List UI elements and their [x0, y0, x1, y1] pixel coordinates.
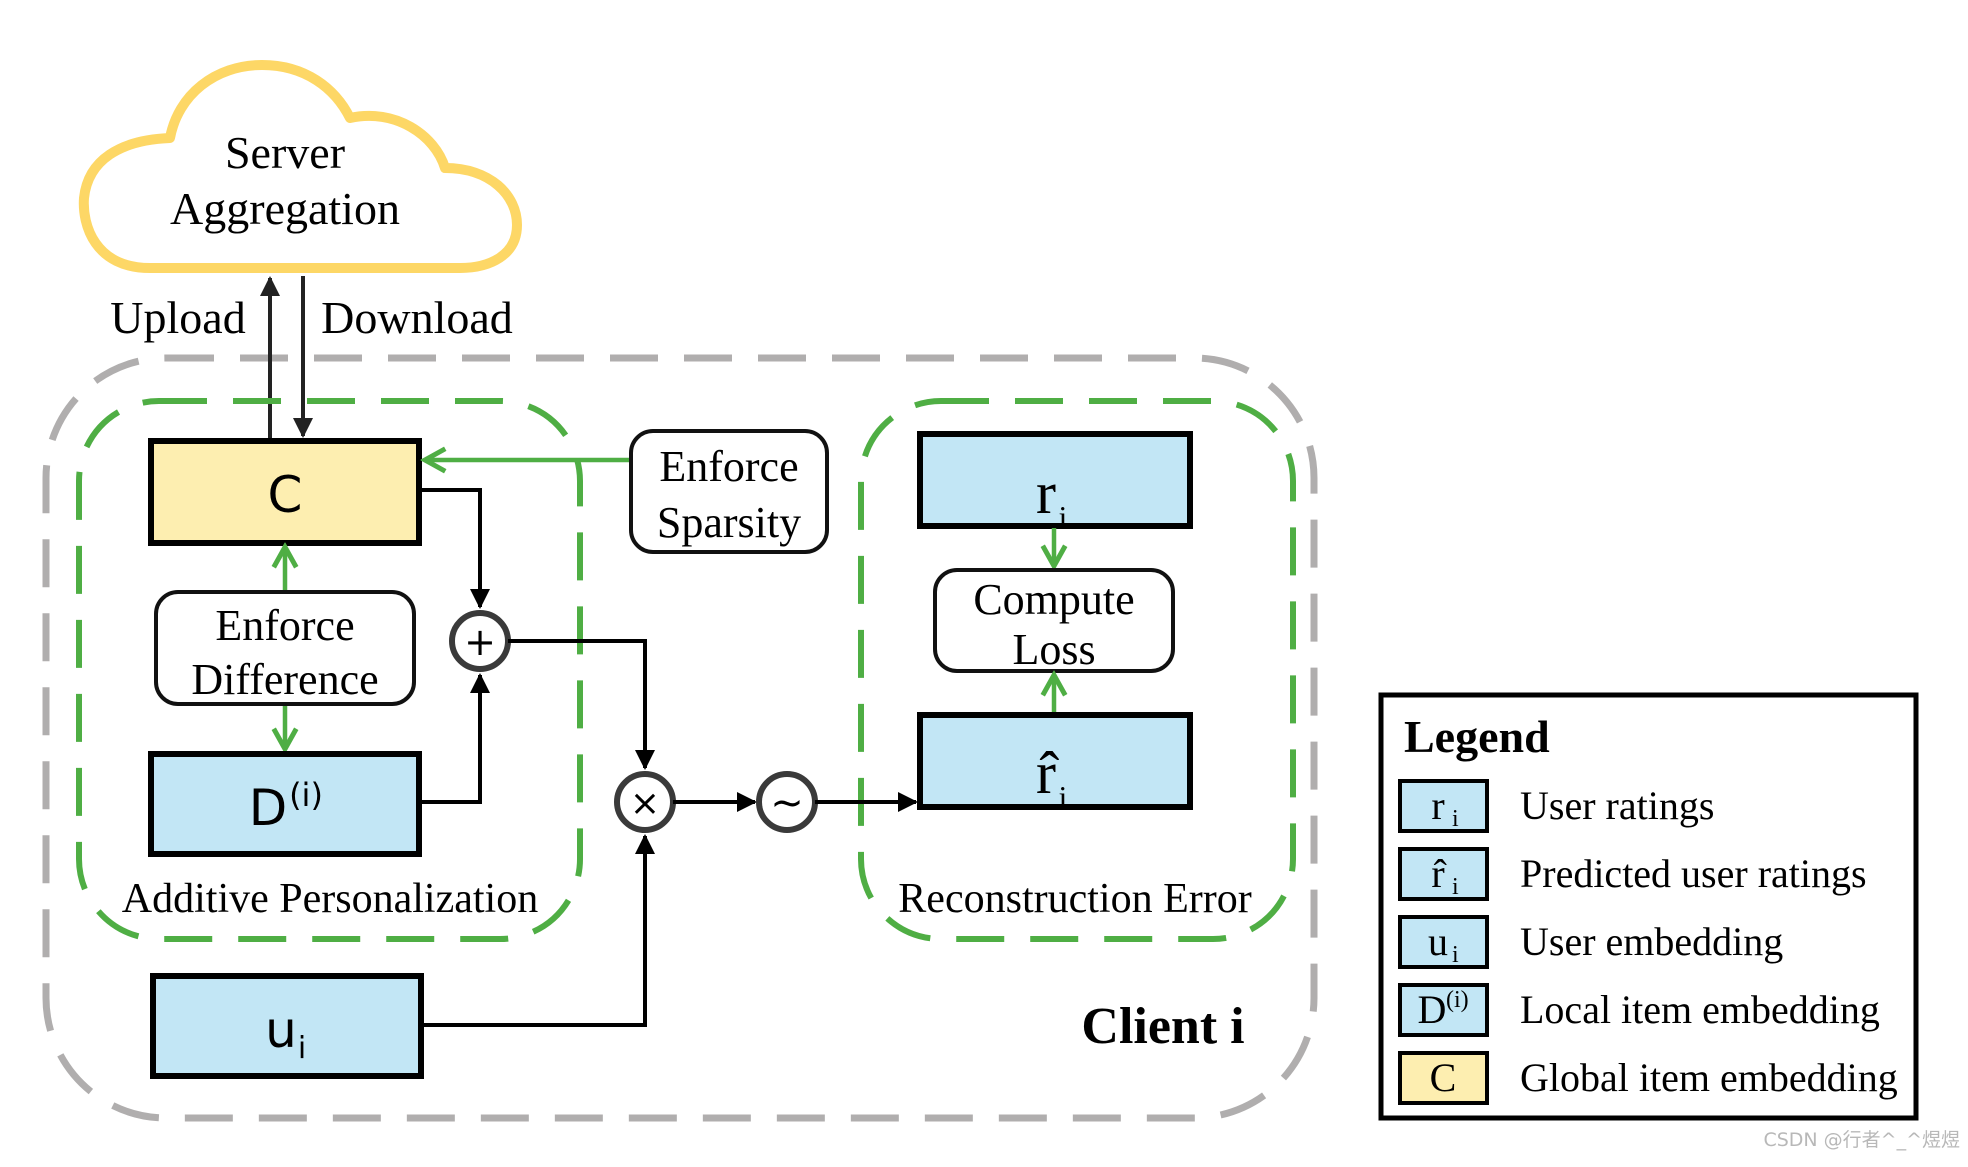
user-embedding-subscript: i: [298, 1031, 306, 1066]
legend-item: r̂ i Predicted user ratings: [1398, 847, 1867, 901]
enforce-sparsity-line1: Enforce: [659, 442, 798, 491]
add-operator: +: [449, 610, 511, 672]
user-ratings-box: r i: [917, 431, 1193, 535]
predicted-ratings-box: r̂ i: [917, 712, 1193, 815]
multiply-operator: ×: [614, 771, 676, 833]
server-cloud: Server Aggregation: [78, 60, 522, 273]
legend-swatch-superscript: (i): [1446, 987, 1469, 1013]
compute-loss-line1: Compute: [973, 575, 1134, 624]
client-label: Client i: [1081, 998, 1244, 1055]
activation-operator: ~: [756, 771, 818, 833]
legend-swatch-symbol: r: [1431, 783, 1444, 828]
diagram-canvas: Server Aggregation Client i Upload Downl…: [42, 60, 1960, 1151]
additive-personalization-label: Additive Personalization: [122, 876, 538, 922]
local-item-embedding-box: D (i): [148, 751, 422, 857]
enforce-sparsity-line2: Sparsity: [657, 498, 801, 547]
legend-swatch-symbol: u: [1428, 919, 1448, 964]
enforce-difference-box: Enforce Difference: [154, 590, 416, 706]
legend-item: r i User ratings: [1398, 779, 1714, 833]
multiply-symbol: ×: [630, 783, 660, 824]
legend-item-label: Predicted user ratings: [1520, 851, 1867, 896]
user-embedding-box: u i: [150, 973, 424, 1079]
legend-title: Legend: [1404, 711, 1550, 762]
upload-label: Upload: [110, 292, 245, 343]
legend-swatch-subscript: i: [1452, 874, 1459, 900]
enforce-difference-line1: Enforce: [215, 601, 354, 650]
legend-item: C Global item embedding: [1398, 1051, 1898, 1105]
ratings-subscript: i: [1059, 499, 1068, 535]
legend-swatch-subscript: i: [1452, 942, 1459, 968]
global-embedding-symbol: C: [268, 466, 303, 524]
user-embedding-symbol: u: [265, 1001, 297, 1059]
legend-item: u i User embedding: [1398, 915, 1783, 969]
enforce-difference-line2: Difference: [191, 655, 378, 704]
local-embedding-symbol: D: [249, 779, 288, 837]
legend-item-label: User ratings: [1520, 783, 1714, 828]
compute-loss-line2: Loss: [1012, 625, 1095, 674]
ratings-symbol: r: [1036, 460, 1056, 526]
download-label: Download: [321, 292, 513, 343]
cloud-label-line1: Server: [225, 127, 345, 178]
c-to-add-connector: [422, 488, 490, 609]
add-to-multiply-connector: [508, 639, 655, 770]
legend-swatch-subscript: i: [1452, 806, 1459, 832]
activation-symbol: ~: [770, 780, 804, 826]
legend: Legend r i User ratingsr̂ i Predicted user r…: [1378, 692, 1919, 1121]
reconstruction-error-label: Reconstruction Error: [898, 876, 1251, 922]
global-item-embedding-box: C: [148, 438, 422, 546]
enforce-sparsity-box: Enforce Sparsity: [629, 429, 829, 554]
legend-item-label: Global item embedding: [1520, 1055, 1898, 1100]
legend-item: D (i) Local item embedding: [1398, 983, 1880, 1037]
legend-swatch-symbol: C: [1430, 1055, 1457, 1100]
predicted-symbol: r̂: [1036, 740, 1059, 806]
add-symbol: +: [464, 620, 496, 664]
cloud-label-line2: Aggregation: [170, 183, 400, 234]
compute-loss-box: Compute Loss: [933, 568, 1175, 674]
predicted-subscript: i: [1059, 779, 1068, 815]
local-embedding-superscript: (i): [289, 776, 323, 814]
legend-swatch-symbol: D: [1418, 987, 1447, 1032]
watermark: CSDN @行者^_^煜煜: [1763, 1129, 1960, 1151]
legend-item-label: Local item embedding: [1520, 987, 1880, 1032]
d-to-add-connector: [422, 673, 490, 804]
legend-item-label: User embedding: [1520, 919, 1783, 964]
